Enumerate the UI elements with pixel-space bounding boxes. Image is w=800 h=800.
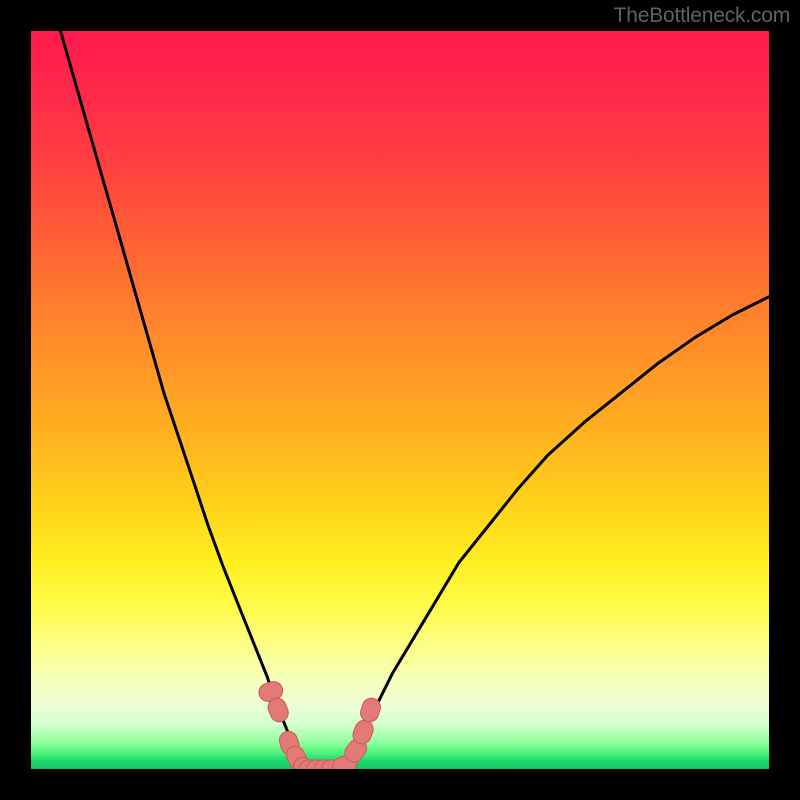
bottleneck-curve-path [61, 31, 770, 769]
plot-frame [31, 31, 769, 769]
bottleneck-chart [31, 31, 769, 769]
watermark-text: TheBottleneck.com [614, 4, 790, 28]
marker-group [257, 679, 383, 769]
